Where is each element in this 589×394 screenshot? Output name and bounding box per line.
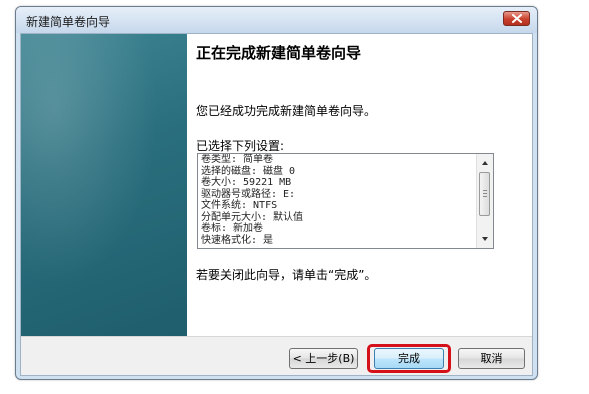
title-bar[interactable]: 新建简单卷向导 [16,7,537,33]
finish-button[interactable]: 完成 [374,348,444,369]
wizard-button-bar: < 上一步(B) 完成 取消 [21,336,532,375]
settings-line-disk: 选择的磁盘: 磁盘 0 [201,165,296,177]
window-title: 新建简单卷向导 [26,15,111,29]
settings-summary-text: 卷类型: 简单卷 选择的磁盘: 磁盘 0 卷大小: 59221 MB 驱动器号或… [201,154,471,246]
wizard-side-banner [21,34,187,336]
settings-line-volume-type: 卷类型: 简单卷 [201,154,274,165]
close-button[interactable] [503,11,530,26]
settings-line-allocation-unit: 分配单元大小: 默认值 [201,211,304,223]
wizard-content-pane: 正在完成新建简单卷向导 您已经成功完成新建简单卷向导。 已选择下列设置: 卷类型… [187,34,532,336]
thumb-grip-line [483,190,487,191]
close-icon [512,14,522,23]
cancel-button[interactable]: 取消 [458,348,525,369]
settings-label: 已选择下列设置: [196,139,285,153]
wizard-window: 新建简单卷向导 正在完成新建简单卷向导 您已经成功完成新建简单卷向导。 已选择下… [15,6,538,380]
scroll-down-arrow-icon[interactable] [480,234,490,244]
scroll-up-arrow-icon[interactable] [480,158,490,168]
thumb-grip-line [483,196,487,197]
wizard-client-area: 正在完成新建简单卷向导 您已经成功完成新建简单卷向导。 已选择下列设置: 卷类型… [20,33,533,376]
settings-line-volume-size: 卷大小: 59221 MB [201,177,292,188]
settings-line-quick-format: 快速格式化: 是 [201,234,274,246]
success-message: 您已经成功完成新建简单卷向导。 [196,104,377,118]
scrollbar-thumb[interactable] [479,172,490,216]
thumb-grip-line [483,193,487,194]
settings-scrollbar[interactable] [476,154,493,248]
settings-line-file-system: 文件系统: NTFS [201,200,278,211]
back-button[interactable]: < 上一步(B) [289,348,358,369]
screenshot-stage: 新建简单卷向导 正在完成新建简单卷向导 您已经成功完成新建简单卷向导。 已选择下… [0,0,589,394]
close-instruction: 若要关闭此向导，请单击“完成”。 [196,268,377,282]
settings-line-volume-label: 卷标: 新加卷 [201,223,264,234]
page-title: 正在完成新建简单卷向导 [196,44,362,62]
settings-summary-box[interactable]: 卷类型: 简单卷 选择的磁盘: 磁盘 0 卷大小: 59221 MB 驱动器号或… [197,153,494,249]
settings-line-drive-letter: 驱动器号或路径: E: [201,188,296,200]
